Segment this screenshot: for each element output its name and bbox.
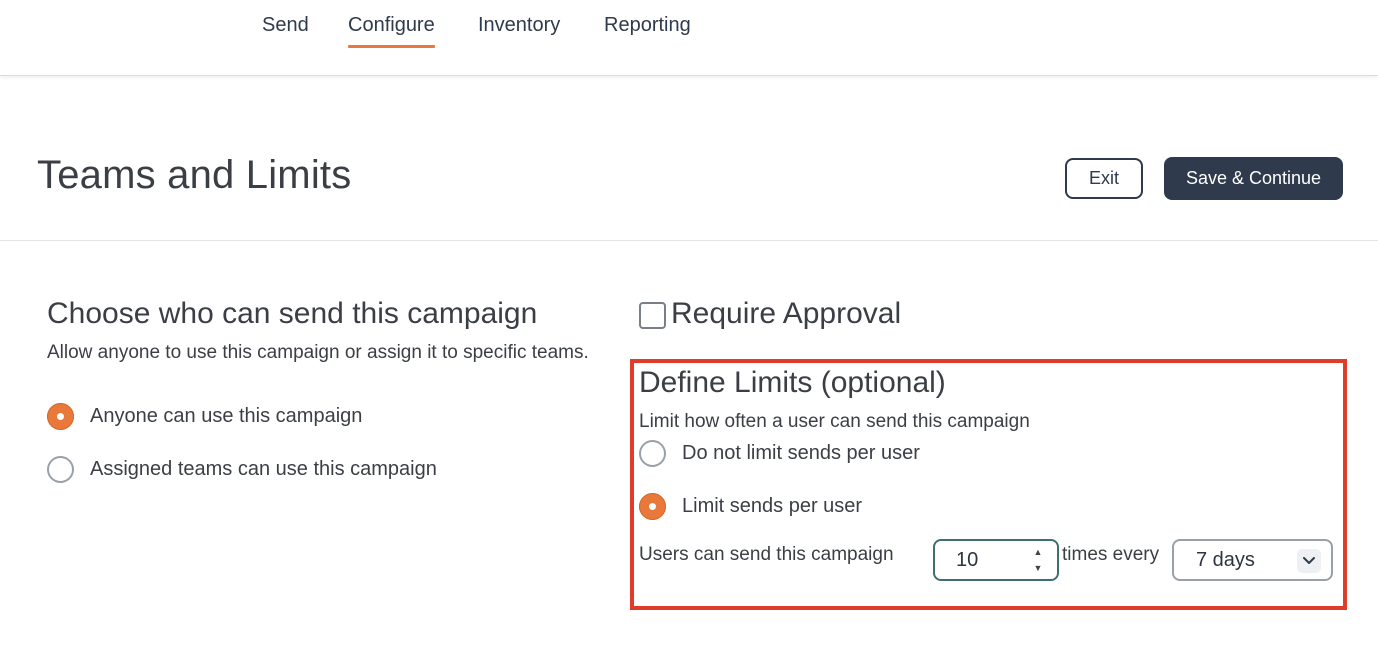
exit-button[interactable]: Exit — [1065, 158, 1143, 199]
radio-unselected-icon[interactable] — [47, 456, 74, 483]
period-select[interactable]: 7 days — [1172, 539, 1333, 581]
radio-label: Limit sends per user — [682, 495, 863, 517]
chevron-down-icon[interactable] — [1297, 549, 1321, 573]
header-divider — [0, 240, 1378, 241]
radio-label: Do not limit sends per user — [682, 442, 920, 464]
limits-section-title: Define Limits (optional) — [639, 366, 946, 399]
radio-label: Anyone can use this campaign — [90, 405, 363, 427]
require-approval-checkbox[interactable] — [639, 302, 666, 329]
radio-anyone[interactable]: Anyone can use this campaign — [47, 403, 362, 430]
stepper-up-icon[interactable]: ▲ — [1034, 547, 1043, 557]
tab-inventory[interactable]: Inventory — [478, 14, 560, 48]
tab-reporting[interactable]: Reporting — [604, 14, 691, 48]
radio-assigned-teams[interactable]: Assigned teams can use this campaign — [47, 456, 437, 483]
radio-no-limit[interactable]: Do not limit sends per user — [639, 440, 920, 467]
quantity-stepper[interactable]: ▲ ▼ — [1031, 547, 1045, 573]
access-description: Allow anyone to use this campaign or ass… — [47, 342, 589, 363]
period-selected-value: 7 days — [1196, 549, 1255, 571]
stepper-down-icon[interactable]: ▼ — [1034, 563, 1043, 573]
tab-configure[interactable]: Configure — [348, 14, 435, 48]
limit-middle-text: times every — [1062, 544, 1160, 565]
radio-unselected-icon[interactable] — [639, 440, 666, 467]
send-count-value: 10 — [956, 549, 979, 571]
limit-prefix-text: Users can send this campaign — [639, 544, 894, 565]
send-count-input[interactable]: 10 ▲ ▼ — [933, 539, 1059, 581]
access-section-title: Choose who can send this campaign — [47, 297, 538, 330]
page-title: Teams and Limits — [37, 153, 352, 197]
top-navigation: Send Configure Inventory Reporting — [0, 0, 1378, 76]
save-continue-button[interactable]: Save & Continue — [1164, 157, 1343, 200]
radio-selected-icon[interactable] — [47, 403, 74, 430]
radio-label: Assigned teams can use this campaign — [90, 458, 437, 480]
radio-limit-per-user[interactable]: Limit sends per user — [639, 493, 862, 520]
limits-description: Limit how often a user can send this cam… — [639, 411, 1030, 432]
radio-selected-icon[interactable] — [639, 493, 666, 520]
tab-send[interactable]: Send — [262, 14, 309, 48]
require-approval-label: Require Approval — [671, 297, 902, 330]
